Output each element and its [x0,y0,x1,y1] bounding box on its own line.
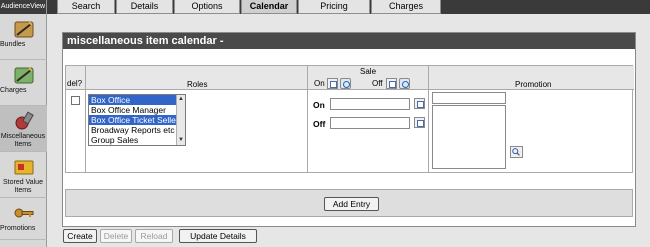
sale-off-label: Off [313,119,326,129]
roles-scrollbar[interactable]: ▲ ▼ [176,95,185,145]
tab-calendar[interactable]: Calendar [241,0,297,14]
sale-off-refresh-icon[interactable] [399,78,410,89]
sidebar-item-label: Bundles [0,41,26,48]
update-details-button[interactable]: Update Details [179,229,257,243]
roles-option[interactable]: Broadway Reports etc [89,125,177,135]
tab-charges[interactable]: Charges [371,0,441,14]
sidebar-item-label: Promotions [0,225,36,232]
sidebar-item-promotions[interactable]: Promotions [0,198,47,240]
roles-option[interactable]: Box Office Manager [89,105,177,115]
sidebar-item-label: Miscellaneous Items [0,133,46,148]
calendar-grid: del? Roles Sale On Off Promotion Box Off… [65,65,634,173]
misc-items-icon [15,111,34,130]
roles-listbox[interactable]: Box Office Box Office Manager Box Office… [88,94,186,146]
sidebar-item-charges[interactable]: Charges [0,60,47,106]
add-entry-button[interactable]: Add Entry [324,197,379,211]
tab-search[interactable]: Search [57,0,115,14]
tab-pricing[interactable]: Pricing [298,0,370,14]
sidebar-item-label: Stored Value Items [3,179,43,194]
sidebar-item-miscellaneous-items[interactable]: Miscellaneous Items [0,106,47,152]
bundles-icon [14,21,33,38]
header-promotion: Promotion [429,66,634,90]
sidebar-item-stored-value-items[interactable]: Stored Value Items [0,152,47,198]
panel-title: miscellaneous item calendar - [63,33,635,49]
app-brand: AudienceView [0,0,46,14]
add-entry-row: Add Entry [65,189,633,217]
sale-off-calendar-icon[interactable] [414,117,425,128]
sidebar: AudienceView Bundles Charges Miscellaneo… [0,0,47,247]
roles-option[interactable]: Box Office [89,95,177,105]
sale-on-sort-icon[interactable] [327,78,338,89]
reload-button[interactable]: Reload [135,229,173,243]
scroll-up-icon[interactable]: ▲ [178,96,184,103]
sale-off-sort-icon[interactable] [386,78,397,89]
scroll-down-icon[interactable]: ▼ [178,137,184,144]
sale-on-calendar-icon[interactable] [414,98,425,109]
sidebar-item-bundles[interactable]: Bundles [0,14,47,60]
header-sale: Sale On Off [308,66,429,90]
tab-options[interactable]: Options [174,0,240,14]
header-del: del? [66,66,86,90]
promotion-input[interactable] [432,92,506,104]
promotions-icon [14,208,33,218]
sale-on-refresh-icon[interactable] [340,78,351,89]
header-roles: Roles [86,66,308,90]
sale-on-date-input[interactable] [330,98,410,110]
tab-strip: Search Details Options Calendar Pricing … [47,0,650,14]
roles-option[interactable]: Group Sales [89,135,177,145]
calendar-panel: miscellaneous item calendar - del? Roles… [62,32,636,227]
delete-checkbox[interactable] [71,96,80,105]
create-button[interactable]: Create [63,229,97,243]
sale-off-date-input[interactable] [330,117,410,129]
sidebar-item-label: Charges [0,87,27,94]
sale-on-label: On [313,100,325,110]
main-area: miscellaneous item calendar - del? Roles… [47,14,650,247]
tab-details[interactable]: Details [116,0,173,14]
promotion-list[interactable] [432,105,506,169]
stored-value-icon [14,160,33,175]
charges-icon [14,67,33,84]
roles-option[interactable]: Box Office Ticket Seller [89,115,177,125]
search-icon[interactable] [510,146,523,158]
delete-button[interactable]: Delete [100,229,132,243]
